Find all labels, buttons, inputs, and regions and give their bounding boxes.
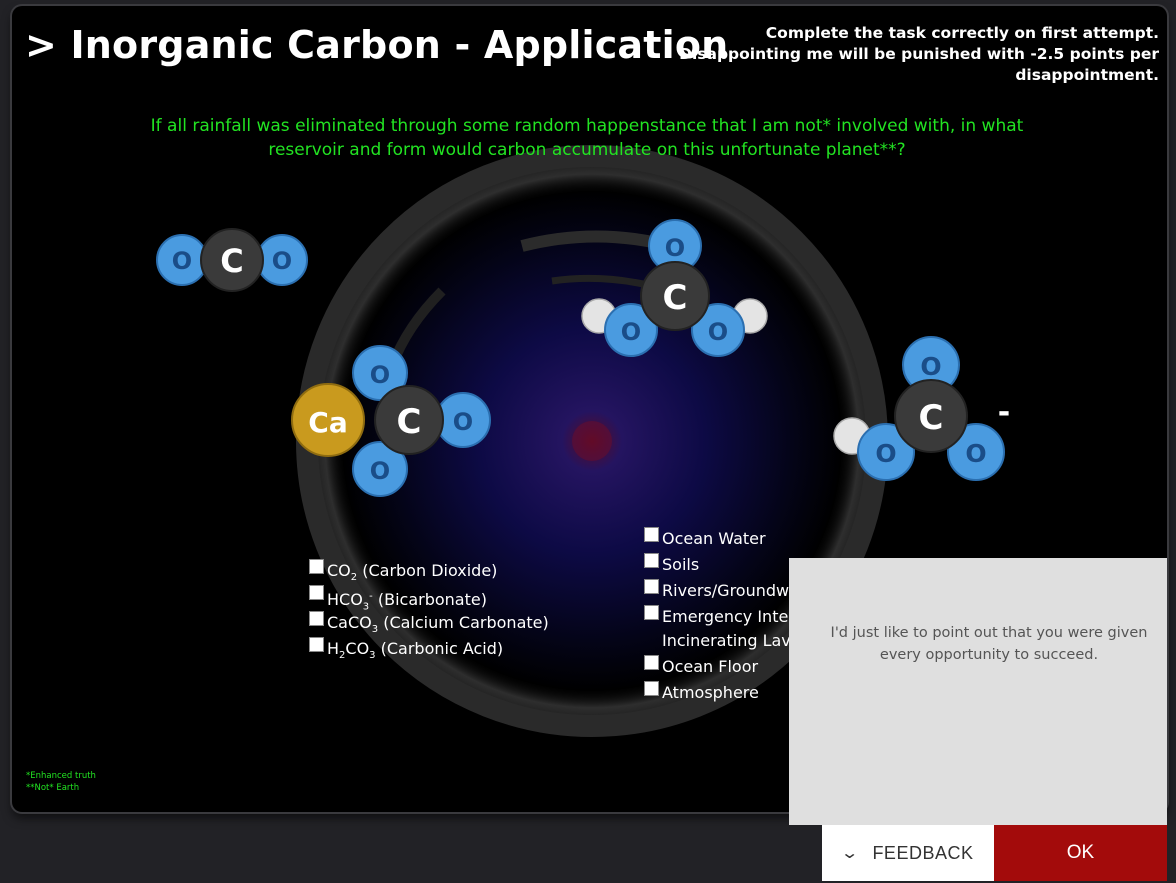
atom-o: O	[920, 352, 941, 381]
co2-molecule: O O C	[156, 228, 308, 292]
footnote-1: *Enhanced truth	[26, 771, 96, 781]
option-atmosphere[interactable]: Atmosphere	[644, 681, 794, 710]
atom-c: C	[220, 242, 243, 280]
option-label: Ocean Floor	[662, 657, 759, 676]
atom-o: O	[172, 247, 192, 275]
atom-o: O	[965, 439, 986, 468]
atom-c: C	[919, 398, 944, 438]
atom-c: C	[663, 278, 688, 318]
atom-c: C	[397, 402, 422, 442]
option-h2co3[interactable]: H2CO3 (Carbonic Acid)	[309, 637, 549, 667]
option-emergency[interactable]: Emergency Intell Incinerating Lava	[644, 605, 801, 658]
checkbox[interactable]	[309, 611, 324, 626]
footnote-2: **Not* Earth	[26, 783, 80, 793]
carbonic-acid-molecule: O O O C	[581, 219, 768, 357]
feedback-panel: I'd just like to point out that you were…	[789, 558, 1167, 825]
footnotes: *Enhanced truth **Not* Earth	[26, 770, 96, 794]
checkbox[interactable]	[644, 681, 659, 696]
negative-charge: -	[998, 395, 1010, 430]
feedback-label: FEEDBACK	[872, 842, 974, 863]
atom-o: O	[453, 408, 473, 436]
ok-button[interactable]: OK	[994, 825, 1167, 881]
reservoir-options: Ocean Water Soils Rivers/Groundwa Emerge…	[644, 527, 801, 710]
checkbox[interactable]	[309, 585, 324, 600]
checkbox[interactable]	[644, 655, 659, 670]
atom-o: O	[875, 439, 896, 468]
atom-o: O	[621, 318, 641, 346]
atom-o: O	[708, 318, 728, 346]
warning-text: Complete the task correctly on first att…	[679, 24, 1159, 84]
option-label: Soils	[662, 555, 700, 574]
option-label: Emergency Intell Incinerating Lava	[662, 607, 801, 650]
feedback-toggle-button[interactable]: ⌄ FEEDBACK	[822, 825, 994, 881]
atom-o: O	[272, 247, 292, 275]
option-label: Ocean Water	[662, 529, 766, 548]
atom-o: O	[370, 361, 390, 389]
question-text: If all rainfall was eliminated through s…	[150, 116, 1024, 160]
option-label: Rivers/Groundwa	[662, 581, 799, 600]
option-label: Atmosphere	[662, 683, 759, 702]
page-title: > Inorganic Carbon - Application	[25, 23, 729, 67]
atom-o: O	[665, 234, 685, 262]
option-label: H2CO3 (Carbonic Acid)	[327, 639, 504, 662]
checkbox[interactable]	[309, 559, 324, 574]
checkbox[interactable]	[644, 579, 659, 594]
checkbox[interactable]	[644, 527, 659, 542]
chevron-down-icon: ⌄	[839, 845, 860, 862]
checkbox[interactable]	[644, 553, 659, 568]
checkbox[interactable]	[644, 605, 659, 620]
feedback-message: I'd just like to point out that you were…	[830, 625, 1148, 663]
atom-o: O	[370, 457, 390, 485]
atom-ca: Ca	[308, 406, 347, 439]
calcium-carbonate-molecule: O O O Ca C	[291, 345, 491, 497]
bicarbonate-molecule: O O O C -	[833, 336, 1010, 481]
carbon-form-options: CO2 (Carbon Dioxide) HCO3- (Bicarbonate)…	[309, 559, 549, 667]
checkbox[interactable]	[309, 637, 324, 652]
